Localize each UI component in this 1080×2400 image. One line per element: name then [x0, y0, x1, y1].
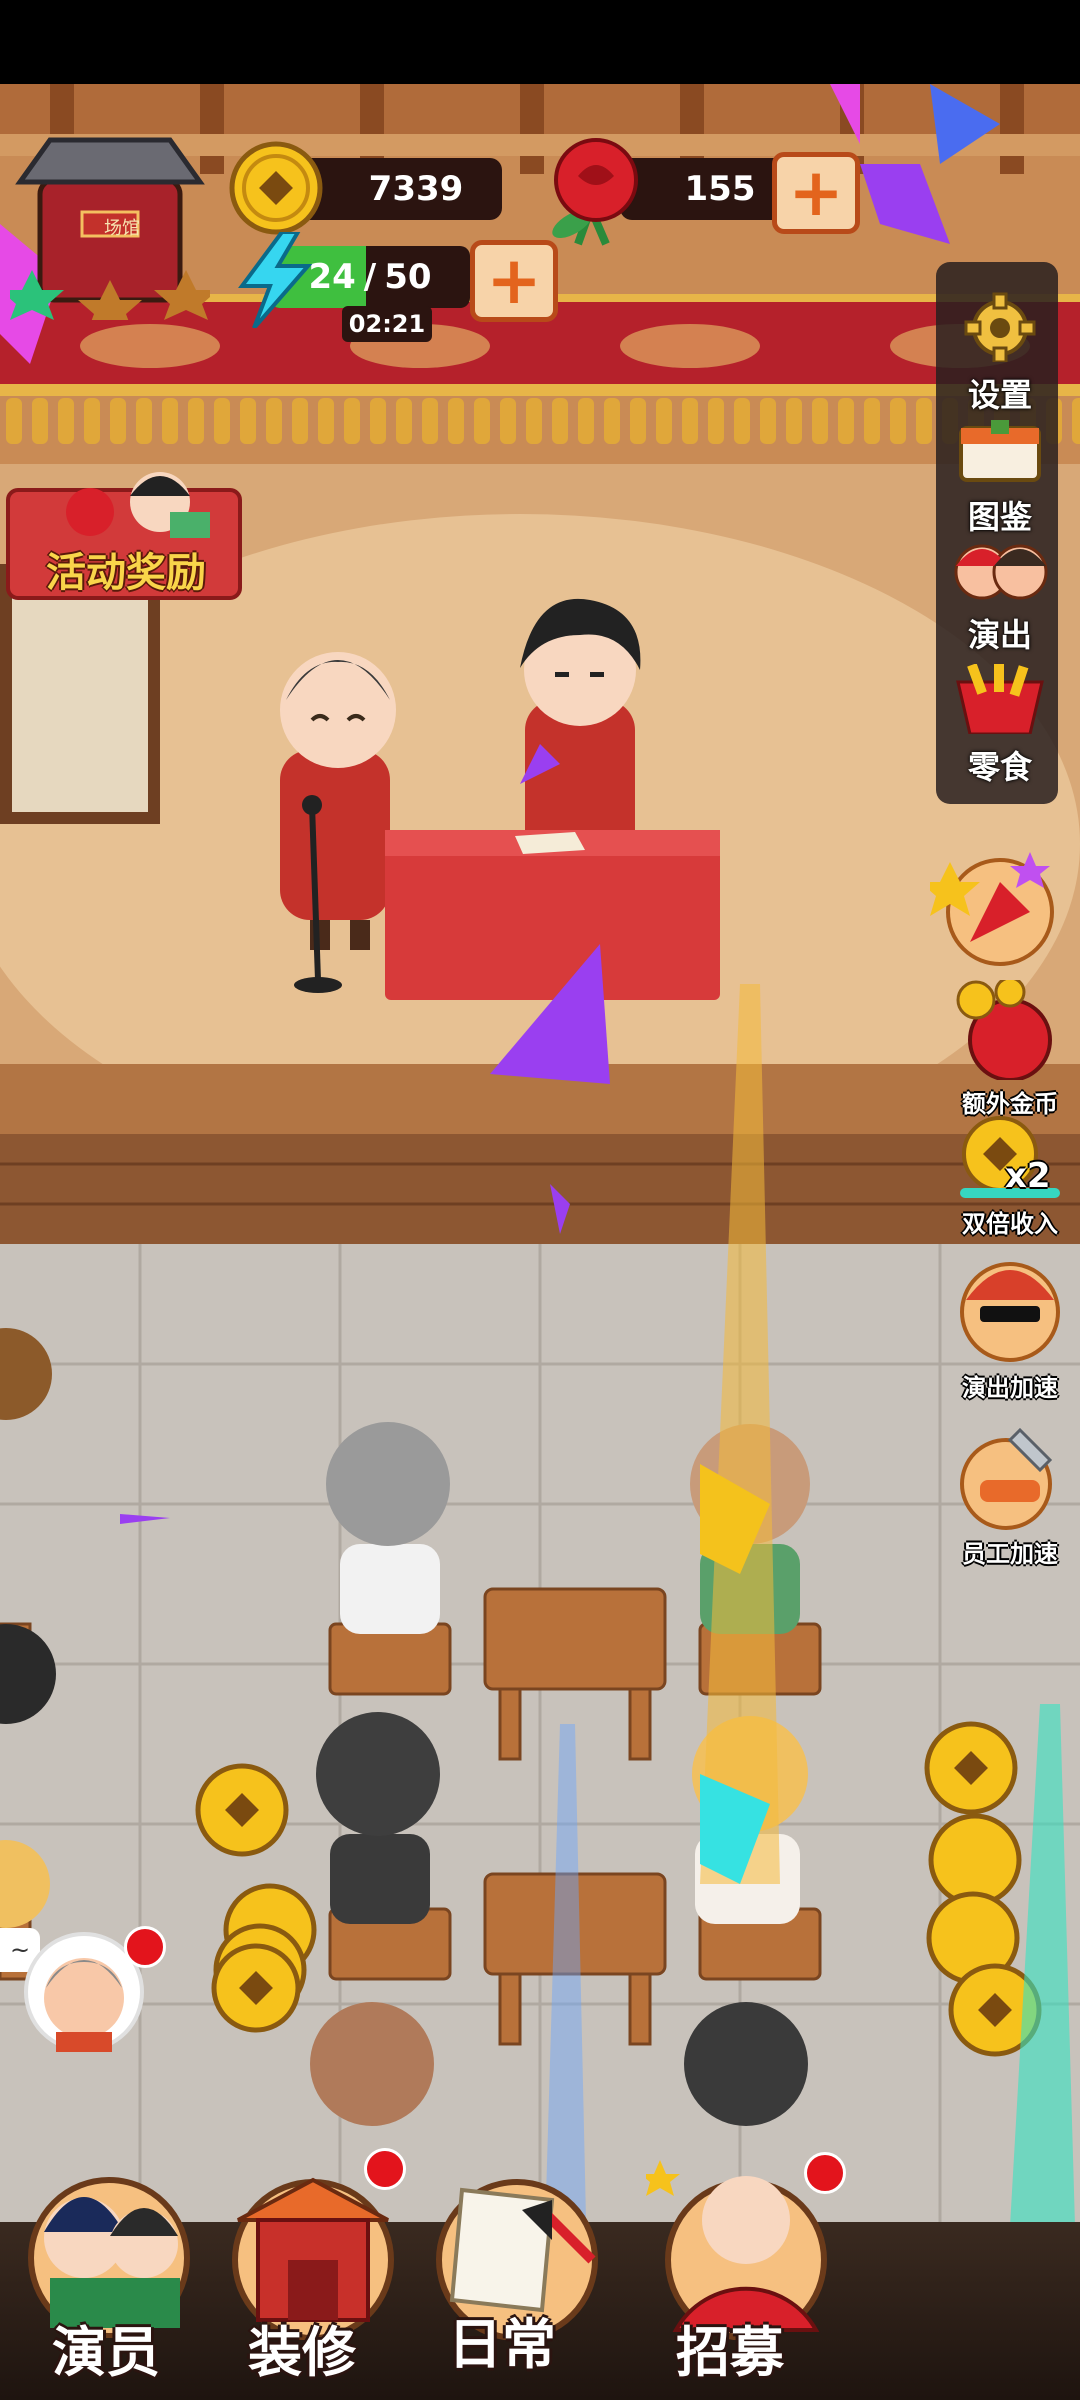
side-menu-snacks-label: 零食	[967, 748, 1032, 786]
game-scene: 场馆 7339 155 + 24 / 50 + 02:21 活动奖励 设置 图鉴…	[0, 0, 1080, 2400]
book-icon	[959, 420, 1041, 482]
staff-boost-label: 员工加速	[962, 1540, 1058, 1568]
side-menu-collection-label: 图鉴	[967, 498, 1032, 536]
nav-daily-label: 日常	[448, 2313, 556, 2376]
energy-separator: /	[363, 257, 377, 297]
nav-recruit[interactable]: 招募	[640, 2140, 850, 2400]
energy-max: 50	[384, 257, 432, 297]
extra-coins-button[interactable]: 额外金币	[945, 976, 1075, 1119]
party-popper-button[interactable]	[930, 852, 1060, 972]
money-bag-icon	[956, 976, 1052, 1082]
wrench-icon	[960, 1427, 1053, 1530]
side-menu-collection[interactable]: 图鉴	[945, 420, 1055, 538]
nav-decorate[interactable]: 装修	[218, 2140, 408, 2400]
notification-dot	[124, 1926, 166, 1968]
nav-decorate-label: 装修	[248, 2321, 356, 2384]
notification-dot	[804, 2152, 846, 2194]
performers-icon	[954, 544, 1048, 600]
notification-dot	[364, 2148, 406, 2190]
nav-recruit-label: 招募	[676, 2321, 784, 2384]
staff-boost-button[interactable]: 员工加速	[945, 1420, 1075, 1569]
side-menu-snacks[interactable]: 零食	[945, 663, 1055, 788]
double-income-button[interactable]: x2 双倍收入	[945, 1114, 1075, 1239]
double-income-badge: x2	[1005, 1156, 1051, 1196]
nav-daily[interactable]: 日常	[418, 2140, 618, 2400]
lightning-icon	[238, 232, 313, 328]
nav-actors[interactable]: 演员	[8, 2140, 208, 2400]
rose-icon	[552, 138, 638, 246]
performance-boost-button[interactable]: 演出加速	[945, 1254, 1075, 1403]
nav-actors-label: 演员	[52, 2321, 160, 2384]
coin-icon	[229, 141, 323, 235]
double-income-label: 双倍收入	[962, 1210, 1058, 1238]
event-reward-label: 活动奖励	[46, 550, 206, 596]
add-roses-button[interactable]: +	[772, 152, 860, 234]
venue-sign: 场馆	[104, 218, 140, 239]
side-menu-settings[interactable]: 设置	[945, 292, 1055, 416]
rose-count: 155	[684, 169, 756, 209]
add-energy-button[interactable]: +	[470, 240, 558, 322]
side-menu-performance-label: 演出	[967, 616, 1032, 654]
status-bar	[0, 0, 1080, 84]
side-menu-settings-label: 设置	[967, 376, 1032, 414]
gear-icon	[964, 292, 1036, 364]
performance-boost-label: 演出加速	[962, 1374, 1058, 1402]
confetti-effects	[0, 84, 1080, 2400]
side-menu-performance[interactable]: 演出	[945, 542, 1055, 656]
event-characters-icon	[66, 472, 210, 538]
cool-performer-icon	[960, 1262, 1060, 1362]
event-reward-banner[interactable]: 活动奖励	[6, 472, 242, 600]
snack-icon	[956, 663, 1044, 736]
energy-timer: 02:21	[342, 306, 432, 342]
coin-count: 7339	[368, 169, 464, 209]
